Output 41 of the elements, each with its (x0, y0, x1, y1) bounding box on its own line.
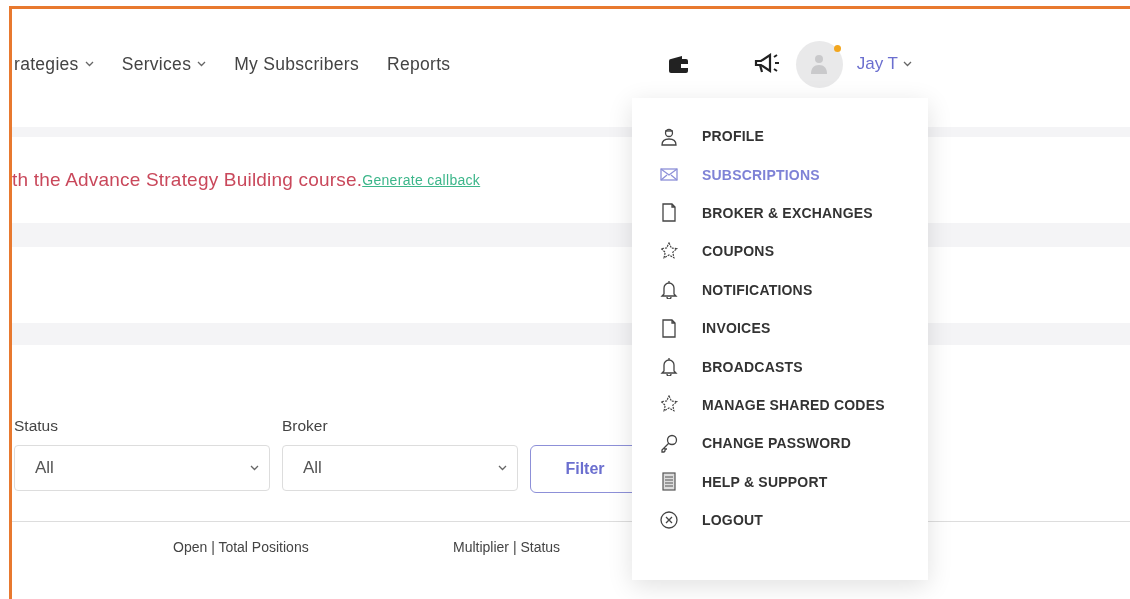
alert-message: th the Advance Strategy Building course. (12, 169, 363, 191)
menu-item[interactable]: NOTIFICATIONS (660, 269, 928, 310)
notification-dot (833, 44, 841, 52)
star-icon (660, 241, 678, 261)
filter-label: Broker (282, 417, 329, 435)
caret-icon (903, 61, 912, 67)
nav-link[interactable]: My Subscribers (234, 53, 359, 75)
nav-link[interactable]: Reports (387, 53, 451, 75)
caret-icon (250, 465, 259, 471)
wallet-icon[interactable] (668, 55, 688, 73)
menu-item[interactable]: COUPONS (660, 231, 928, 272)
nav-link[interactable]: Services (121, 53, 207, 75)
menu-item[interactable]: MANAGE SHARED CODES (660, 384, 928, 426)
list-icon (660, 472, 678, 492)
caret-icon (197, 61, 207, 67)
caret-icon (84, 61, 94, 67)
menu-item[interactable]: LOGOUT (660, 499, 928, 541)
menu-item[interactable]: HELP & SUPPORT (660, 461, 928, 502)
menu-item[interactable]: CHANGE PASSWORD (660, 423, 928, 464)
document-icon (660, 203, 678, 223)
person-icon (660, 126, 678, 146)
bell-icon (660, 357, 678, 377)
menu-item[interactable]: INVOICES (660, 307, 928, 349)
filter-label: Status (14, 417, 59, 435)
star-icon (660, 395, 678, 415)
menu-item[interactable]: PROFILE (660, 116, 928, 157)
bell-icon (660, 280, 678, 300)
megaphone-icon[interactable] (753, 53, 780, 75)
filter-select[interactable]: All (14, 445, 270, 491)
filter-select[interactable]: All (282, 445, 518, 491)
caret-icon (498, 465, 507, 471)
menu-item[interactable]: BROKER & EXCHANGES (660, 192, 928, 234)
column-header: Multiplier | Status (453, 539, 561, 555)
circle-x-icon (660, 510, 678, 530)
column-header: Open | Total Positions (173, 539, 310, 555)
user-menu-toggle[interactable]: Jay T (856, 54, 912, 74)
nav-link[interactable]: rategies (14, 53, 94, 75)
person-icon (810, 54, 829, 74)
document-icon (660, 318, 678, 338)
key-icon (660, 433, 678, 453)
menu-item[interactable]: BROADCASTS (660, 346, 928, 387)
